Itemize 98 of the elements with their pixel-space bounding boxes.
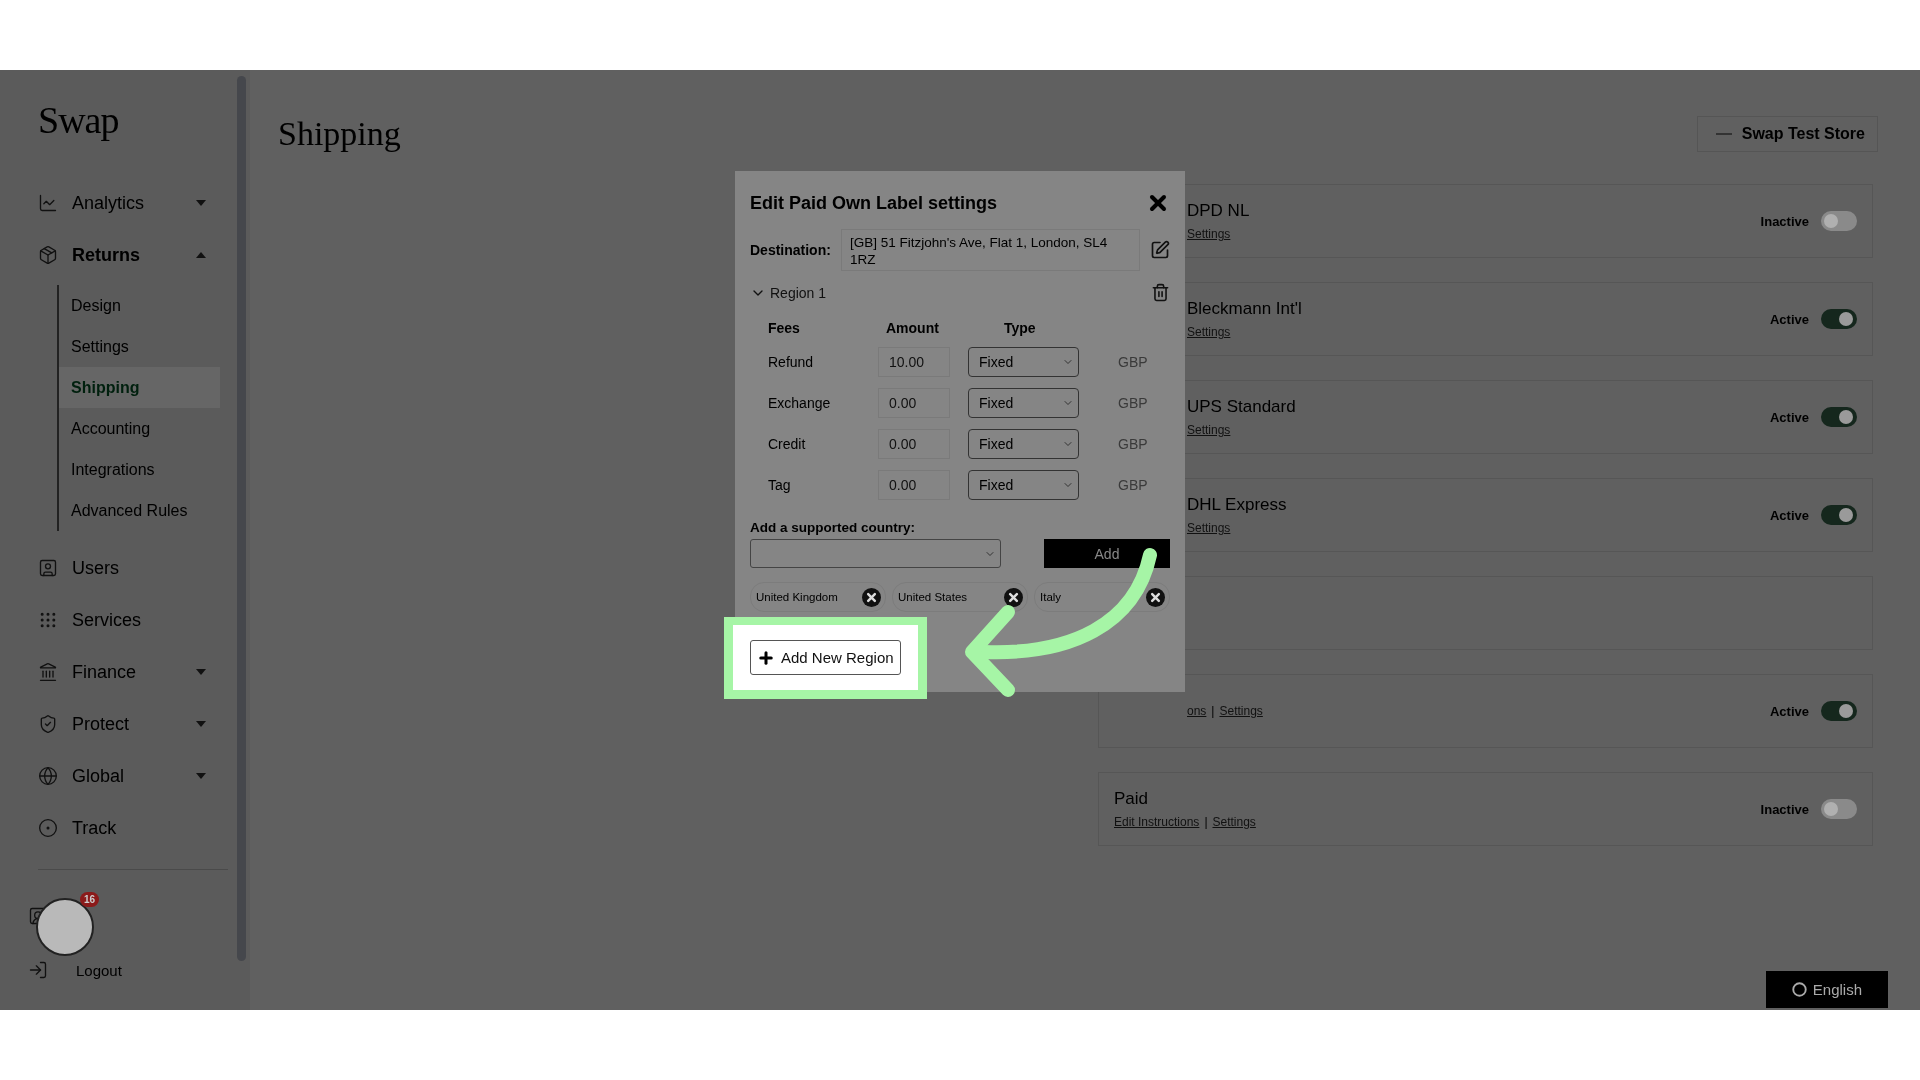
country-chip: United Kingdom	[750, 582, 886, 612]
amount-field[interactable]: 0.00	[878, 388, 950, 418]
remove-icon[interactable]	[1004, 587, 1023, 607]
caret-icon	[196, 773, 206, 779]
column-header: Type	[1003, 320, 1037, 336]
currency-label: GBP	[1118, 395, 1149, 411]
plus-icon	[757, 648, 775, 667]
toggle-switch[interactable]	[1821, 211, 1857, 231]
nav-icon	[38, 245, 58, 265]
carrier-name: Paid	[1114, 789, 1150, 809]
logo: Swap	[38, 97, 120, 143]
fee-name: Tag	[768, 477, 792, 493]
carrier-name: UPS Standard	[1187, 397, 1297, 417]
country-chip: Italy	[1034, 582, 1170, 612]
status-label: Active	[1769, 311, 1809, 327]
dash-icon	[1715, 133, 1732, 135]
add-region-button[interactable]: Add New Region	[750, 640, 901, 675]
type-select[interactable]: Fixed	[968, 347, 1079, 377]
type-select[interactable]: Fixed	[968, 470, 1079, 500]
nav-item[interactable]: Users	[38, 542, 206, 594]
nav-subitem[interactable]: Shipping	[59, 367, 220, 408]
nav-subitem[interactable]: Integrations	[59, 449, 220, 490]
nav-icon	[38, 818, 58, 838]
nav-icon	[38, 610, 58, 630]
carrier-name: Bleckmann Int'l	[1187, 299, 1303, 319]
add-button[interactable]: Add	[1044, 539, 1170, 568]
settings-link[interactable]: ons	[1187, 704, 1207, 718]
amount-field[interactable]: 10.00	[878, 347, 950, 377]
settings-link[interactable]: Settings	[1212, 815, 1256, 829]
destination-field[interactable]: [GB] 51 Fitzjohn's Ave, Flat 1, London, SL4 1RZ	[840, 229, 1140, 271]
column-header: Fees	[768, 320, 801, 336]
settings-link[interactable]: Settings	[1187, 521, 1231, 535]
modal-title: Edit Paid Own Label settings	[750, 192, 998, 214]
nav-item[interactable]: Services	[38, 594, 206, 646]
type-select[interactable]: Fixed	[968, 388, 1079, 418]
link-separator: |	[1204, 815, 1208, 829]
nav-icon	[38, 558, 58, 578]
nav-subitem[interactable]: Accounting	[59, 408, 220, 449]
nav-item[interactable]: Track	[38, 802, 206, 854]
nav-icon	[38, 766, 58, 786]
settings-link[interactable]: Settings	[1219, 704, 1263, 718]
carrier-name: DHL Express	[1187, 495, 1288, 515]
settings-link[interactable]: Settings	[1187, 325, 1231, 339]
country-select[interactable]	[750, 539, 1001, 568]
caret-icon	[196, 200, 206, 206]
caret-icon	[196, 669, 206, 675]
caret-icon	[196, 721, 206, 727]
edit-icon[interactable]	[1150, 240, 1170, 260]
settings-link[interactable]: Settings	[1187, 227, 1231, 241]
status-label: Active	[1769, 507, 1809, 523]
trash-icon[interactable]	[1151, 283, 1170, 302]
currency-label: GBP	[1118, 354, 1149, 370]
amount-field[interactable]: 0.00	[878, 429, 950, 459]
settings-link[interactable]: Settings	[1187, 423, 1231, 437]
page-title: Shipping	[278, 115, 401, 153]
settings-link[interactable]: Edit Instructions	[1114, 815, 1200, 829]
currency-label: GBP	[1118, 436, 1149, 452]
column-header: Amount	[885, 320, 940, 336]
toggle-switch[interactable]	[1821, 407, 1857, 427]
region-toggle[interactable]: Region 1	[750, 284, 827, 301]
country-label: Add a supported country:	[750, 520, 916, 535]
nav-item[interactable]: Finance	[38, 646, 206, 698]
fee-name: Exchange	[768, 395, 832, 411]
country-chip: United States	[892, 582, 1028, 612]
carrier-name: DPD NL	[1187, 201, 1251, 221]
remove-icon[interactable]	[1146, 587, 1165, 607]
toggle-switch[interactable]	[1821, 799, 1857, 819]
type-select[interactable]: Fixed	[968, 429, 1079, 459]
toggle-switch[interactable]	[1821, 701, 1857, 721]
remove-icon[interactable]	[862, 587, 881, 607]
nav-icon	[38, 662, 58, 682]
language-button[interactable]: English	[1765, 971, 1888, 1008]
nav-item[interactable]: Protect	[38, 698, 206, 750]
nav-icon	[38, 714, 58, 734]
destination-label: Destination:	[750, 242, 831, 258]
notification-badge: 16	[80, 892, 100, 907]
nav-item[interactable]: Global	[38, 750, 206, 802]
fee-name: Credit	[768, 436, 807, 452]
logout-link[interactable]: Logout	[76, 961, 122, 979]
status-label: Active	[1769, 703, 1809, 719]
link-separator: |	[1211, 704, 1215, 718]
nav-subitem[interactable]: Advanced Rules	[59, 490, 220, 531]
status-label: Inactive	[1760, 801, 1809, 817]
status-label: Inactive	[1760, 213, 1809, 229]
toggle-switch[interactable]	[1821, 505, 1857, 525]
fee-name: Refund	[768, 354, 815, 370]
status-label: Active	[1769, 409, 1809, 425]
store-button[interactable]: Swap Test Store	[1696, 116, 1878, 152]
nav-item[interactable]: Analytics	[38, 177, 206, 229]
caret-icon	[196, 252, 206, 258]
nav-icon	[38, 193, 58, 213]
nav-subitem[interactable]: Design	[59, 285, 220, 326]
logout-icon	[28, 960, 48, 980]
currency-label: GBP	[1118, 477, 1149, 493]
nav-subitem[interactable]: Settings	[59, 326, 220, 367]
toggle-switch[interactable]	[1821, 309, 1857, 329]
amount-field[interactable]: 0.00	[878, 470, 950, 500]
nav-item[interactable]: Returns	[38, 229, 206, 281]
